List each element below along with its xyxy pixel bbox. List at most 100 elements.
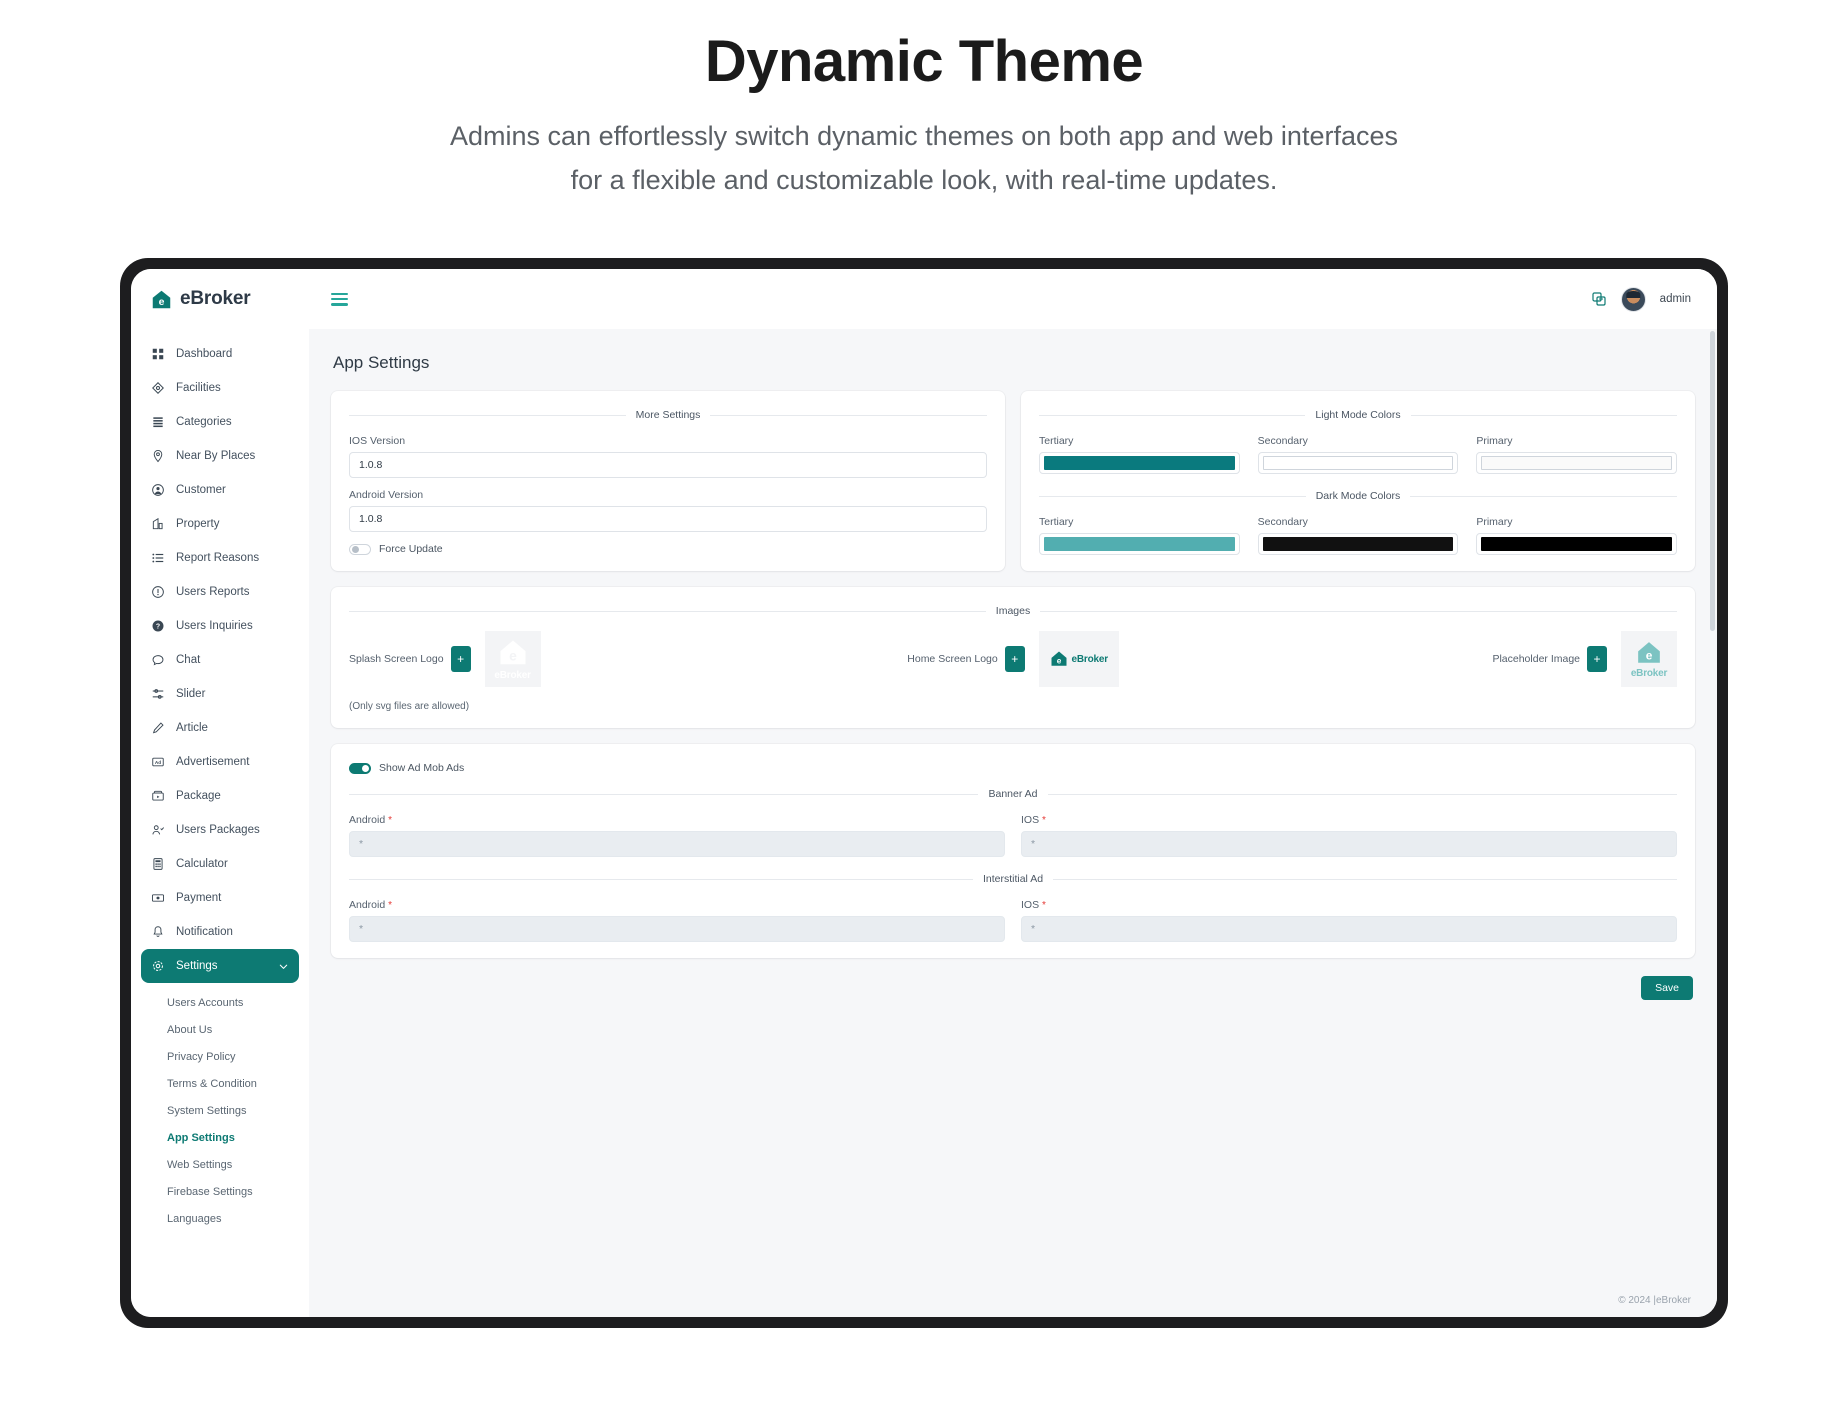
sidebar-item-notification[interactable]: Notification [141,915,299,949]
sidebar-item-users-packages[interactable]: Users Packages [141,813,299,847]
light-secondary-picker[interactable] [1257,452,1459,474]
sidebar-item-label: Dashboard [176,348,233,360]
language-switch-icon[interactable] [1591,291,1607,307]
avatar[interactable] [1620,286,1646,312]
sidebar-item-label: Settings [176,960,218,972]
placeholder-image-preview: e eBroker [1621,631,1678,687]
svg-only-note: (Only svg files are allowed) [349,701,470,712]
interstitial-ios-input[interactable]: * [1021,916,1677,942]
promo-subtitle-line2: for a flexible and customizable look, wi… [570,164,1278,195]
sidebar-item-categories[interactable]: Categories [141,405,299,439]
sidebar-subitem-web-settings[interactable]: Web Settings [141,1151,299,1178]
legend-label: Banner Ad [988,788,1038,800]
home-screen-logo-upload-button[interactable]: + [1004,646,1025,672]
grid-icon [152,348,164,360]
sidebar-item-customer[interactable]: Customer [141,473,299,507]
sidebar-subitem-app-settings[interactable]: App Settings [141,1124,299,1151]
copyright-text: © 2024 |eBroker [1618,1294,1691,1306]
interstitial-ad-fields: Android * * IOS * * [349,899,1677,942]
legend-line-left [349,414,626,416]
ios-version-input[interactable]: 1.0.8 [349,452,987,478]
sidebar-item-chat[interactable]: Chat [141,643,299,677]
layers-icon [153,417,163,428]
question-circle-icon: ? [152,620,164,632]
interstitial-android-input[interactable]: * [349,916,1005,942]
save-button[interactable]: Save [1641,976,1693,1000]
app-settings-title: App Settings [333,353,430,372]
sidebar-item-calculator[interactable]: Calculator [141,847,299,881]
show-admob-toggle[interactable] [349,762,371,774]
sidebar-subitem-label: App Settings [167,1131,235,1144]
diamond-icon [152,382,164,394]
ebroker-house-icon: e [500,640,526,664]
dark-tertiary-label: Tertiary [1039,516,1074,528]
legend-line-left [1039,414,1306,416]
sidebar-item-slider[interactable]: Slider [141,677,299,711]
placeholder-image-slot: Placeholder Image + e eBroker [1234,631,1678,687]
splash-screen-logo-upload-button[interactable]: + [450,646,471,672]
vertical-scrollbar[interactable] [1710,331,1715,631]
color-swatch [1262,537,1454,551]
device-mockup: e eBroker Dashboard Facilities Categorie… [120,258,1728,1328]
brand[interactable]: e eBroker [131,269,309,329]
light-primary-picker[interactable] [1476,452,1678,474]
sidebar-subitem-firebase-settings[interactable]: Firebase Settings [141,1178,299,1205]
menu-toggle-button[interactable] [331,292,348,306]
sidebar-item-dashboard[interactable]: Dashboard [141,337,299,371]
main-region: admin App Settings More Settings IOS Ver… [309,269,1717,1317]
sidebar-subitem-terms-condition[interactable]: Terms & Condition [141,1070,299,1097]
sidebar-item-settings[interactable]: Settings [141,949,299,983]
light-tertiary-field: Tertiary [1039,435,1240,474]
label-text: IOS [1021,814,1040,826]
sidebar-item-users-inquiries[interactable]: ? Users Inquiries [141,609,299,643]
banner-ios-field: IOS * * [1021,814,1677,857]
legend-line-right [710,414,987,416]
android-version-input[interactable]: 1.0.8 [349,506,987,532]
sidebar-subitem-about-us[interactable]: About Us [141,1016,299,1043]
interstitial-android-field: Android * * [349,899,1005,942]
banner-android-input[interactable]: * [349,831,1005,857]
device-frame: e eBroker Dashboard Facilities Categorie… [120,258,1728,1328]
splash-screen-logo-label: Splash Screen Logo [349,653,444,665]
ebroker-house-icon: e [1051,651,1067,666]
color-swatch [1044,537,1235,551]
ios-version-field: IOS Version 1.0.8 [349,435,987,478]
placeholder-image-label: Placeholder Image [1492,653,1581,665]
sidebar-item-label: Customer [176,484,226,496]
legend-line-right [1410,414,1677,416]
sidebar-item-users-reports[interactable]: Users Reports [141,575,299,609]
legend-line-left [349,610,986,612]
sidebar-subnav: Users Accounts About Us Privacy Policy T… [131,983,309,1232]
light-secondary-label: Secondary [1257,435,1308,447]
legend-label: Dark Mode Colors [1315,490,1401,502]
sidebar-item-property[interactable]: Property [141,507,299,541]
bell-icon [153,926,163,937]
sidebar-item-label: Notification [176,926,233,938]
banner-ios-input[interactable]: * [1021,831,1677,857]
sidebar-subitem-users-accounts[interactable]: Users Accounts [141,989,299,1016]
legend-line-left [1039,495,1306,497]
sidebar-subitem-languages[interactable]: Languages [141,1205,299,1232]
sidebar-subitem-label: System Settings [167,1104,247,1117]
required-mark: * [1042,900,1046,911]
dark-secondary-picker[interactable] [1257,533,1459,555]
images-legend: Images [349,605,1677,617]
sidebar-item-report-reasons[interactable]: Report Reasons [141,541,299,575]
legend-line-right [1040,610,1677,612]
sidebar-item-label: Slider [176,688,206,700]
sidebar-item-package[interactable]: Package [141,779,299,813]
placeholder-image-upload-button[interactable]: + [1587,646,1608,672]
sidebar-item-advertisement[interactable]: Ad Advertisement [141,745,299,779]
sidebar-subitem-system-settings[interactable]: System Settings [141,1097,299,1124]
sidebar-item-payment[interactable]: Payment [141,881,299,915]
sidebar-item-near-by-places[interactable]: Near By Places [141,439,299,473]
sidebar-item-article[interactable]: Article [141,711,299,745]
dark-primary-picker[interactable] [1476,533,1678,555]
force-update-toggle[interactable] [349,543,371,555]
light-tertiary-picker[interactable] [1039,452,1240,474]
dark-mode-legend: Dark Mode Colors [1039,490,1677,502]
payment-icon [151,894,165,902]
sidebar-item-facilities[interactable]: Facilities [141,371,299,405]
dark-tertiary-picker[interactable] [1039,533,1240,555]
sidebar-subitem-privacy-policy[interactable]: Privacy Policy [141,1043,299,1070]
